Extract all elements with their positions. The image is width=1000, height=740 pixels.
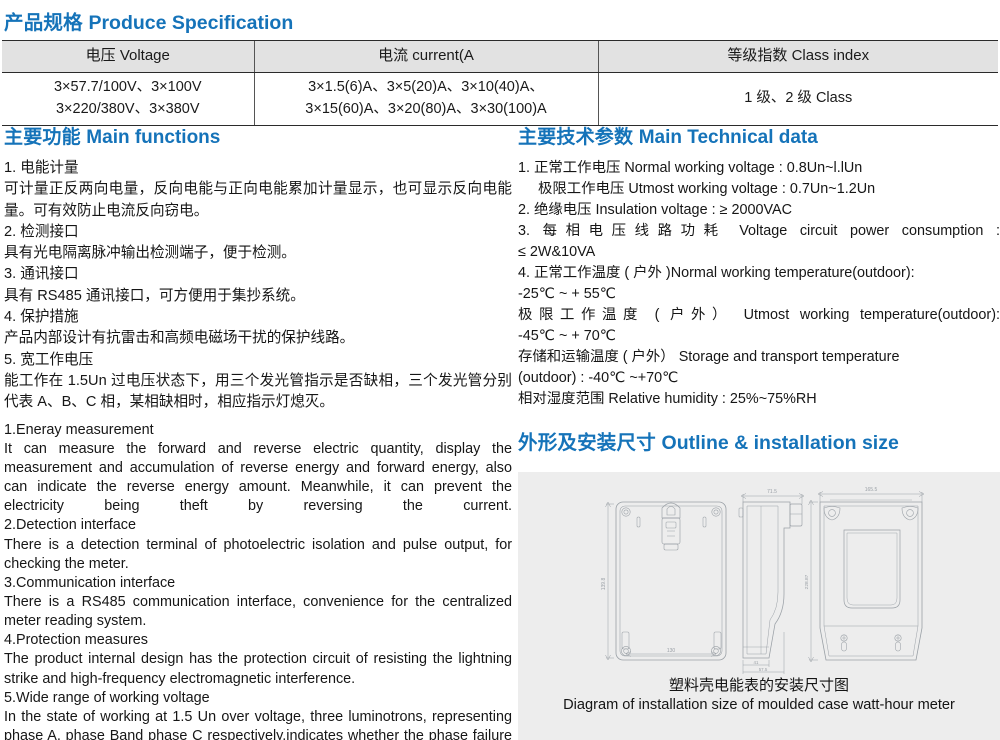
diagram-caption-cn: 塑料壳电能表的安装尺寸图	[668, 677, 849, 694]
cn-item-5-title: 5. 宽工作电压	[4, 351, 94, 368]
column-header-voltage-cn: 电压	[85, 47, 116, 65]
en-item-1-text: It can measure the forward and reverse e…	[4, 440, 512, 515]
cn-item-2-title: 2. 检测接口	[4, 223, 79, 240]
installation-diagram-panel: 139.8 130 71.5 41 57.5 165.5 228.87 塑料壳电…	[518, 472, 1000, 740]
dimension-label-front-width: 130	[667, 648, 676, 654]
tech-item-3b: ≤ 2W&10VA	[518, 244, 596, 261]
cell-voltage-line-2: 3×220/380V、3×380V	[55, 100, 200, 117]
cn-item-3-title: 3. 通讯接口	[4, 266, 79, 283]
en-item-3-title: 3.Communication interface	[4, 574, 176, 591]
column-header-current: 电流 current(A	[253, 40, 598, 73]
column-header-class-index: 等级指数 Class index	[597, 40, 998, 73]
produce-specification-heading: 产品规格 Produce Specification	[4, 6, 293, 35]
cn-item-3-text: 具有 RS485 通讯接口，可方便用于集抄系统。	[4, 287, 305, 304]
outline-installation-heading-cn: 外形及安装尺寸	[518, 432, 656, 455]
drawing-back-view	[819, 501, 923, 661]
table-header-row: 电压 Voltage 电流 current(A 等级指数 Class index	[2, 40, 998, 73]
technical-data-list: 1. 正常工作电压 Normal working voltage : 0.8Un…	[518, 158, 1000, 410]
outline-installation-heading: 外形及安装尺寸 Outline & installation size	[518, 426, 1000, 455]
dimension-back-width	[817, 491, 925, 502]
tech-item-2: 2. 绝缘电压 Insulation voltage : ≥ 2000VAC	[518, 202, 792, 219]
cell-current: 3×1.5(6)A、3×5(20)A、3×10(40)A、 3×15(60)A、…	[253, 72, 598, 126]
cn-item-4-text: 产品内部设计有抗雷击和高频电磁场干扰的保护线路。	[4, 330, 355, 347]
en-item-4-title: 4.Protection measures	[4, 632, 148, 649]
column-header-voltage: 电压 Voltage	[2, 40, 254, 73]
cell-current-line-2: 3×15(60)A、3×20(80)A、3×30(100)A	[305, 100, 547, 117]
en-item-5-title: 5.Wide range of working voltage	[4, 689, 210, 706]
tech-item-1b: 极限工作电压 Utmost working voltage : 0.7Un~1.…	[538, 181, 876, 198]
cell-class-index: 1 级、2 级 Class	[597, 72, 998, 126]
tech-item-5: 极限工作温度 ( 户外） Utmost working temperature(…	[518, 307, 1000, 324]
cn-item-4-title: 4. 保护措施	[4, 309, 79, 326]
column-header-voltage-en: Voltage	[119, 47, 170, 65]
main-functions-heading-cn: 主要功能	[4, 127, 81, 148]
cell-voltage: 3×57.7/100V、3×100V 3×220/380V、3×380V	[2, 72, 254, 126]
tech-item-6b: (outdoor) : -40℃ ~+70℃	[518, 370, 679, 387]
tech-item-5b: -45℃ ~ + 70℃	[518, 328, 616, 345]
cell-current-line-1: 3×1.5(6)A、3×5(20)A、3×10(40)A、	[308, 79, 544, 95]
en-item-1-title: 1.Eneray measurement	[4, 421, 154, 438]
cell-class-index-value: 1 级、2 级 Class	[744, 89, 853, 106]
cn-item-2-text: 具有光电隔离脉冲输出检测端子，便于检测。	[4, 245, 296, 262]
diagram-caption: 塑料壳电能表的安装尺寸图 Diagram of installation siz…	[518, 676, 1000, 715]
diagram-caption-en: Diagram of installation size of moulded …	[563, 697, 955, 714]
en-item-2-title: 2.Detection interface	[4, 517, 136, 534]
drawing-side-view	[738, 501, 803, 659]
technical-data-heading-cn: 主要技术参数	[518, 127, 634, 148]
specification-table-body: 3×57.7/100V、3×100V 3×220/380V、3×380V 3×1…	[2, 72, 998, 126]
tech-item-4: 4. 正常工作温度 ( 户外 )Normal working temperatu…	[518, 265, 915, 282]
table-row: 3×57.7/100V、3×100V 3×220/380V、3×380V 3×1…	[2, 72, 998, 126]
dimension-label-front-height: 139.8	[601, 578, 607, 591]
main-functions-english-body: 1.Eneray measurement It can measure the …	[4, 421, 512, 740]
outline-installation-heading-en: Outline & installation size	[661, 432, 899, 455]
cn-item-1-text: 可计量正反两向电量，反向电能与正向电能累加计量显示，也可显示反向电能量。可有效防…	[4, 181, 512, 219]
drawing-front-view	[615, 501, 727, 661]
dimension-label-side-bottom-outer: 57.5	[759, 667, 768, 672]
tech-item-3: 3. 每相电压线路功耗 Voltage circuit power consum…	[518, 223, 1000, 240]
dimension-label-back-height: 228.87	[804, 574, 810, 589]
tech-item-1: 1. 正常工作电压 Normal working voltage : 0.8Un…	[518, 160, 863, 176]
produce-specification-heading-cn: 产品规格	[4, 12, 83, 34]
main-functions-heading: 主要功能 Main functions	[4, 122, 512, 149]
tech-item-6: 存储和运输温度 ( 户外） Storage and transport temp…	[518, 349, 900, 366]
en-item-5-text: In the state of working at 1.5 Un over v…	[4, 708, 512, 740]
column-header-current-cn: 电流	[378, 47, 409, 65]
installation-diagram-drawing: 139.8 130 71.5 41 57.5 165.5 228.87	[601, 487, 925, 674]
technical-data-column: 主要技术参数 Main Technical data 1. 正常工作电压 Nor…	[518, 122, 1000, 455]
column-header-current-en: current(A	[412, 47, 474, 65]
technical-data-heading-en: Main Technical data	[638, 127, 818, 148]
main-functions-column: 主要功能 Main functions 1. 电能计量 可计量正反两向电量，反向…	[4, 122, 512, 740]
cn-item-5-text: 能工作在 1.5Un 过电压状态下，用三个发光管指示是否缺相，三个发光管分别代表…	[4, 372, 512, 411]
tech-item-4b: -25℃ ~ + 55℃	[518, 286, 616, 303]
en-item-3-text: There is a RS485 communication interface…	[4, 593, 512, 630]
dimension-label-side-width: 71.5	[767, 489, 777, 495]
cn-item-1-title: 1. 电能计量	[4, 160, 79, 176]
en-item-2-text: There is a detection terminal of photoel…	[4, 536, 512, 572]
dimension-side-width	[740, 493, 805, 504]
tech-item-7: 相对湿度范围 Relative humidity : 25%~75%RH	[518, 391, 817, 408]
specification-table: 电压 Voltage 电流 current(A 等级指数 Class index…	[2, 40, 998, 126]
product-spec-page: 产品规格 Produce Specification 电压 Voltage 电流…	[0, 0, 1000, 740]
technical-data-heading: 主要技术参数 Main Technical data	[518, 122, 1000, 149]
dimension-label-side-bottom-inner: 41	[754, 660, 759, 665]
column-header-class-index-cn: 等级指数	[727, 47, 788, 65]
dimension-label-back-width: 165.5	[865, 487, 878, 493]
column-header-class-index-en: Class index	[791, 47, 870, 65]
cell-voltage-line-1: 3×57.7/100V、3×100V	[53, 79, 202, 95]
produce-specification-heading-en: Produce Specification	[88, 12, 294, 34]
main-functions-chinese-body: 1. 电能计量 可计量正反两向电量，反向电能与正向电能累加计量显示，也可显示反向…	[4, 158, 512, 414]
main-functions-heading-en: Main functions	[86, 127, 221, 148]
specification-table-head: 电压 Voltage 电流 current(A 等级指数 Class index	[2, 40, 998, 73]
en-item-4-text: The product internal design has the prot…	[4, 651, 512, 687]
